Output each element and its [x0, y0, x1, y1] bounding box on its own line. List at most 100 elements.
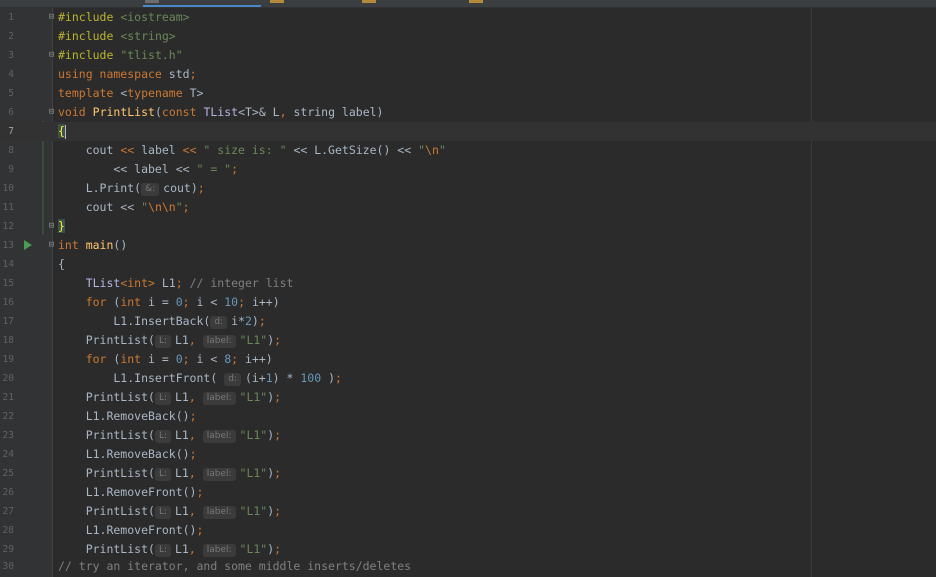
header-file-icon [362, 0, 376, 3]
editor-tab-bar [0, 0, 936, 8]
code-text: PrintList(L: L1, label: "L1"); [58, 428, 282, 443]
code-line: 24 L1.RemoveBack(); [0, 445, 936, 464]
code-text: } [58, 219, 65, 233]
line-number: 1 [8, 12, 14, 23]
code-text: // try an iterator, and some middle inse… [58, 559, 412, 573]
line-number: 20 [2, 373, 14, 384]
code-line: 11 cout << "\n\n"; [0, 198, 936, 217]
code-line: 16 for (int i = 0; i < 10; i++) [0, 293, 936, 312]
run-play-icon[interactable] [24, 240, 32, 250]
code-text: template <typename T> [58, 86, 204, 100]
code-text: { [58, 124, 66, 139]
code-text: PrintList(L: L1, label: "L1"); [58, 504, 282, 519]
line-number: 21 [2, 392, 14, 403]
code-line: 28 L1.RemoveFront(); [0, 521, 936, 540]
code-line: 15 TList<int> L1; // integer list [0, 274, 936, 293]
code-text: PrintList(L: L1, label: "L1"); [58, 466, 282, 481]
code-text: PrintList(L: L1, label: "L1"); [58, 333, 282, 348]
line-number: 10 [2, 183, 14, 194]
code-text: L1.RemoveBack(); [58, 447, 197, 461]
fold-icon[interactable]: ⊟ [47, 108, 56, 117]
text-caret [64, 124, 66, 139]
line-number: 5 [8, 88, 14, 99]
code-line: 2 #include <string> [0, 27, 936, 46]
code-text: for (int i = 0; i < 10; i++) [58, 295, 280, 309]
code-text: #include "tlist.h" [58, 48, 183, 62]
parameter-hint: L: [154, 430, 171, 443]
line-number: 9 [8, 164, 14, 175]
line-number: 28 [2, 525, 14, 536]
fold-icon[interactable]: ⊟ [47, 13, 56, 22]
line-number: 6 [8, 107, 14, 118]
editor-tab-active[interactable] [143, 0, 261, 7]
line-number: 19 [2, 354, 14, 365]
line-number: 4 [8, 69, 14, 80]
code-text: { [58, 257, 65, 271]
code-text: L1.RemoveFront(); [58, 485, 204, 499]
line-number: 13 [2, 240, 14, 251]
code-text: int main() [58, 238, 128, 252]
code-line: 27 PrintList(L: L1, label: "L1"); [0, 502, 936, 521]
editor-tab[interactable] [268, 0, 348, 7]
header-file-icon [469, 0, 483, 3]
line-number: 27 [2, 506, 14, 517]
code-line: 5 template <typename T> [0, 84, 936, 103]
code-line: 4 using namespace std; [0, 65, 936, 84]
parameter-hint: L: [154, 468, 171, 481]
line-number: 18 [2, 335, 14, 346]
line-number: 8 [8, 145, 14, 156]
code-line: 20 L1.InsertFront( d: (i+1) * 100 ); [0, 369, 936, 388]
line-number: 22 [2, 411, 14, 422]
line-number: 24 [2, 449, 14, 460]
parameter-hint: L: [154, 506, 171, 519]
code-text: cout << "\n\n"; [58, 200, 190, 214]
code-line: 6 ⊟ void PrintList(const TList<T>& L, st… [0, 103, 936, 122]
code-line: 3 ⊟ #include "tlist.h" [0, 46, 936, 65]
editor-tab[interactable] [467, 0, 547, 7]
code-line: 9 << label << " = "; [0, 160, 936, 179]
code-line: 26 L1.RemoveFront(); [0, 483, 936, 502]
code-line: 8 cout << label << " size is: " << L.Get… [0, 141, 936, 160]
parameter-hint: label: [202, 392, 236, 405]
line-number: 7 [8, 126, 14, 137]
parameter-hint: label: [202, 335, 236, 348]
line-number: 14 [2, 259, 14, 270]
code-line: 14 { [0, 255, 936, 274]
file-icon [145, 0, 159, 3]
editor-tab[interactable] [360, 0, 440, 7]
fold-icon[interactable]: ⊟ [47, 241, 56, 250]
fold-icon[interactable]: ⊟ [47, 51, 56, 60]
code-text: #include <string> [58, 29, 176, 43]
code-text: TList<int> L1; // integer list [58, 276, 294, 290]
parameter-hint: &: [141, 183, 160, 196]
code-line: 23 PrintList(L: L1, label: "L1"); [0, 426, 936, 445]
parameter-hint: L: [154, 544, 171, 557]
line-number: 16 [2, 297, 14, 308]
code-text: #include <iostream> [58, 10, 190, 24]
fold-icon[interactable]: ⊟ [47, 222, 56, 231]
line-number: 11 [2, 202, 14, 213]
code-line: 12 ⊟ } [0, 217, 936, 236]
header-file-icon [270, 0, 284, 3]
parameter-hint: label: [202, 506, 236, 519]
code-text: L1.RemoveBack(); [58, 409, 197, 423]
code-text: L1.RemoveFront(); [58, 523, 204, 537]
code-line: 10 L.Print(&: cout); [0, 179, 936, 198]
code-line: 13 ⊟ int main() [0, 236, 936, 255]
parameter-hint: L: [154, 335, 171, 348]
code-text: L1.InsertBack(d: i*2); [58, 314, 266, 329]
line-number: 26 [2, 487, 14, 498]
code-line: 1 ⊟ #include <iostream> [0, 8, 936, 27]
code-line: 30 // try an iterator, and some middle i… [0, 557, 936, 576]
code-line: 21 PrintList(L: L1, label: "L1"); [0, 388, 936, 407]
parameter-hint: label: [202, 430, 236, 443]
code-text: for (int i = 0; i < 8; i++) [58, 352, 273, 366]
code-text: using namespace std; [58, 67, 197, 81]
parameter-hint: d: [210, 316, 228, 329]
code-text: PrintList(L: L1, label: "L1"); [58, 390, 282, 405]
line-number: 17 [2, 316, 14, 327]
parameter-hint: label: [202, 468, 236, 481]
code-line: 22 L1.RemoveBack(); [0, 407, 936, 426]
code-text: cout << label << " size is: " << L.GetSi… [58, 143, 446, 157]
code-text: L1.InsertFront( d: (i+1) * 100 ); [58, 371, 342, 386]
